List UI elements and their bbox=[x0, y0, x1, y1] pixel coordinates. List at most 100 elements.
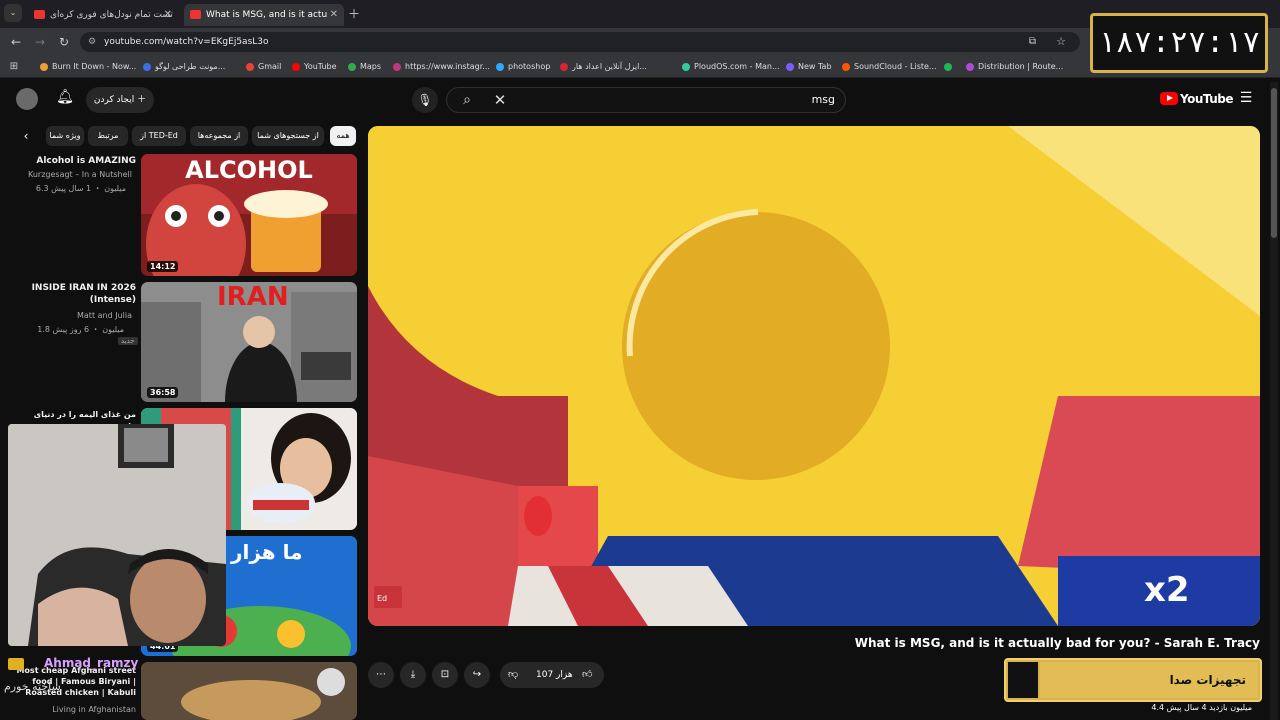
video-thumbnail[interactable] bbox=[141, 662, 357, 720]
chip-for-you[interactable]: ویژه شما bbox=[46, 126, 84, 146]
more-actions-icon[interactable]: ⋯ bbox=[368, 662, 394, 688]
bookmark-favicon-icon bbox=[966, 63, 974, 71]
bookmark-item[interactable]: New Tab bbox=[786, 60, 832, 74]
chip-related[interactable]: مرتبط bbox=[88, 126, 128, 146]
channel-name[interactable]: Kurzgesagt – In a Nutshell bbox=[2, 170, 132, 179]
url-bar[interactable]: ⚙ youtube.com/watch?v=EKgEj5asL3o ⧉ ☆ bbox=[80, 32, 1080, 52]
chip-label: از جستجوهای شما bbox=[257, 131, 319, 140]
video-thumbnail[interactable]: ALCOHOL 14:12 bbox=[141, 154, 357, 276]
chip-from-ted-ed[interactable]: از TED-Ed bbox=[132, 126, 186, 146]
scrollbar-thumb[interactable] bbox=[1271, 88, 1277, 238]
chip-all[interactable]: همه bbox=[330, 126, 356, 146]
thumbnail-text: ALCOHOL bbox=[185, 156, 313, 184]
avatar[interactable] bbox=[16, 88, 38, 110]
site-info-icon[interactable]: ⚙ bbox=[88, 32, 96, 52]
bookmark-item[interactable] bbox=[944, 60, 956, 74]
bookmark-item[interactable]: YouTube bbox=[292, 60, 337, 74]
bookmark-item[interactable]: SoundCloud - Liste... bbox=[842, 60, 937, 74]
bookmark-item[interactable]: Maps bbox=[348, 60, 381, 74]
bookmark-item[interactable]: مونت طراحی لوگو... bbox=[143, 60, 225, 74]
bookmark-label: Maps bbox=[360, 62, 382, 71]
bookmark-label: مونت طراحی لوگو... bbox=[155, 62, 226, 71]
like-count: 107 هزار bbox=[536, 670, 573, 680]
bookmark-item[interactable]: Burn It Down - Now... bbox=[40, 60, 136, 74]
webcam-overlay bbox=[8, 424, 226, 646]
bookmark-favicon-icon bbox=[40, 63, 48, 71]
instagram-icon bbox=[393, 63, 401, 71]
youtube-logo[interactable]: YouTube bbox=[1160, 90, 1234, 108]
share-icon[interactable]: ↪ bbox=[464, 662, 490, 688]
clear-search-icon[interactable]: ✕ bbox=[488, 90, 512, 110]
chip-label: ویژه شما bbox=[49, 131, 81, 140]
new-badge: جدید bbox=[118, 337, 138, 345]
new-tab-icon[interactable]: ＋ bbox=[344, 4, 364, 24]
tab-list-button[interactable]: ⌄ bbox=[4, 4, 22, 22]
search-icon[interactable]: ⌕ bbox=[452, 90, 482, 110]
chips-scroll-left-icon[interactable]: ‹ bbox=[16, 126, 36, 146]
tab-korean-noodles[interactable]: تست تمام نودل‌های فوری کره‌ای ✕ bbox=[28, 4, 178, 26]
ted-ed-watermark: Ed bbox=[374, 586, 402, 608]
tab-msg-video[interactable]: What is MSG, and is it actu ✕ bbox=[184, 4, 344, 26]
spotify-icon bbox=[944, 63, 952, 71]
bookmark-label: ایزل آنلاین اعداد هار... bbox=[572, 62, 647, 71]
back-icon[interactable]: ← bbox=[6, 32, 26, 52]
bookmark-item[interactable]: photoshop bbox=[496, 60, 550, 74]
video-meta: 6.3 میلیون ・ 1 سال پیش bbox=[35, 184, 126, 193]
youtube-favicon-icon bbox=[34, 10, 45, 19]
chip-label: از TED-Ed bbox=[140, 131, 178, 140]
chip-from-your-searches[interactable]: از جستجوهای شما bbox=[252, 126, 324, 146]
video-frame bbox=[368, 126, 1260, 626]
youtube-header: 🔔︎ ایجاد کردن ＋ 🎙︎ msg ⌕ ✕ YouTube ☰ bbox=[0, 78, 1280, 120]
bookmark-label: https://www.instagr... bbox=[405, 62, 490, 71]
video-title[interactable]: Alcohol is AMAZING bbox=[6, 155, 136, 167]
microphone-icon[interactable]: 🎙︎ bbox=[412, 87, 438, 113]
hamburger-menu-icon[interactable]: ☰ bbox=[1236, 90, 1256, 108]
save-icon[interactable]: ⊡ bbox=[432, 662, 458, 688]
apps-grid-icon[interactable]: ⊞ bbox=[4, 57, 24, 77]
chip-label: مرتبط bbox=[97, 131, 119, 140]
tab-title: What is MSG, and is it actu bbox=[206, 10, 328, 20]
like-dislike-group[interactable]: 👎︎ 107 هزار 👍︎ bbox=[500, 662, 604, 688]
video-player[interactable]: Ed x2 bbox=[368, 126, 1260, 626]
overlay-label: تجهیزات صدا bbox=[1040, 662, 1258, 698]
bookmark-item[interactable]: ایزل آنلاین اعداد هار... bbox=[560, 60, 647, 74]
download-icon[interactable]: ⤓ bbox=[400, 662, 426, 688]
bookmark-item[interactable]: https://www.instagr... bbox=[393, 60, 490, 74]
video-thumbnail[interactable]: IRAN 36:58 bbox=[141, 282, 357, 402]
maps-icon bbox=[348, 63, 356, 71]
chip-from-collections[interactable]: از مجموعه‌ها bbox=[190, 126, 248, 146]
create-button[interactable]: ایجاد کردن ＋ bbox=[86, 87, 154, 113]
bookmark-label: New Tab bbox=[798, 62, 832, 71]
cast-icon[interactable]: ⧉ bbox=[1029, 32, 1036, 52]
bookmark-favicon-icon bbox=[143, 63, 151, 71]
thumbnail-text: ما هزار bbox=[231, 540, 303, 564]
bookmark-item[interactable]: Gmail bbox=[246, 60, 281, 74]
like-icon[interactable]: 👍︎ bbox=[582, 662, 592, 688]
video-meta: 1.8 میلیون ・ 6 روز پیش bbox=[37, 325, 124, 334]
close-icon[interactable]: ✕ bbox=[164, 4, 172, 26]
channel-name[interactable]: Living in Afghanistan bbox=[6, 705, 136, 714]
streamer-name: Ahmad_ramzy bbox=[44, 656, 139, 670]
forward-icon[interactable]: → bbox=[30, 32, 50, 52]
bell-icon[interactable]: 🔔︎ bbox=[54, 89, 76, 111]
dislike-icon[interactable]: 👎︎ bbox=[508, 662, 518, 688]
bookmark-star-icon[interactable]: ☆ bbox=[1056, 32, 1066, 52]
gmail-icon bbox=[246, 63, 254, 71]
create-label: ایجاد کردن bbox=[93, 95, 135, 105]
crown-icon bbox=[8, 658, 24, 670]
channel-name[interactable]: Matt and Julia bbox=[2, 311, 132, 320]
page-scrollbar[interactable] bbox=[1270, 82, 1278, 720]
url-text: youtube.com/watch?v=EKgEj5asL3o bbox=[104, 37, 269, 47]
youtube-favicon-icon bbox=[190, 10, 201, 19]
bookmark-item[interactable]: Distribution | Route... bbox=[966, 60, 1063, 74]
search-value: msg bbox=[811, 93, 835, 106]
logo-text: YouTube bbox=[1180, 92, 1234, 106]
thumbnail-text: IRAN bbox=[217, 282, 289, 312]
close-icon[interactable]: ✕ bbox=[330, 4, 338, 26]
bookmark-item[interactable]: PloudOS.com - Man... bbox=[682, 60, 780, 74]
photoshop-icon bbox=[496, 63, 504, 71]
video-title[interactable]: INSIDE IRAN IN 2026 (Intense) bbox=[6, 282, 136, 306]
bookmark-favicon-icon bbox=[786, 63, 794, 71]
browser-tab-bar: ⌄ تست تمام نودل‌های فوری کره‌ای ✕ What i… bbox=[0, 0, 1280, 28]
reload-icon[interactable]: ↻ bbox=[54, 32, 74, 52]
